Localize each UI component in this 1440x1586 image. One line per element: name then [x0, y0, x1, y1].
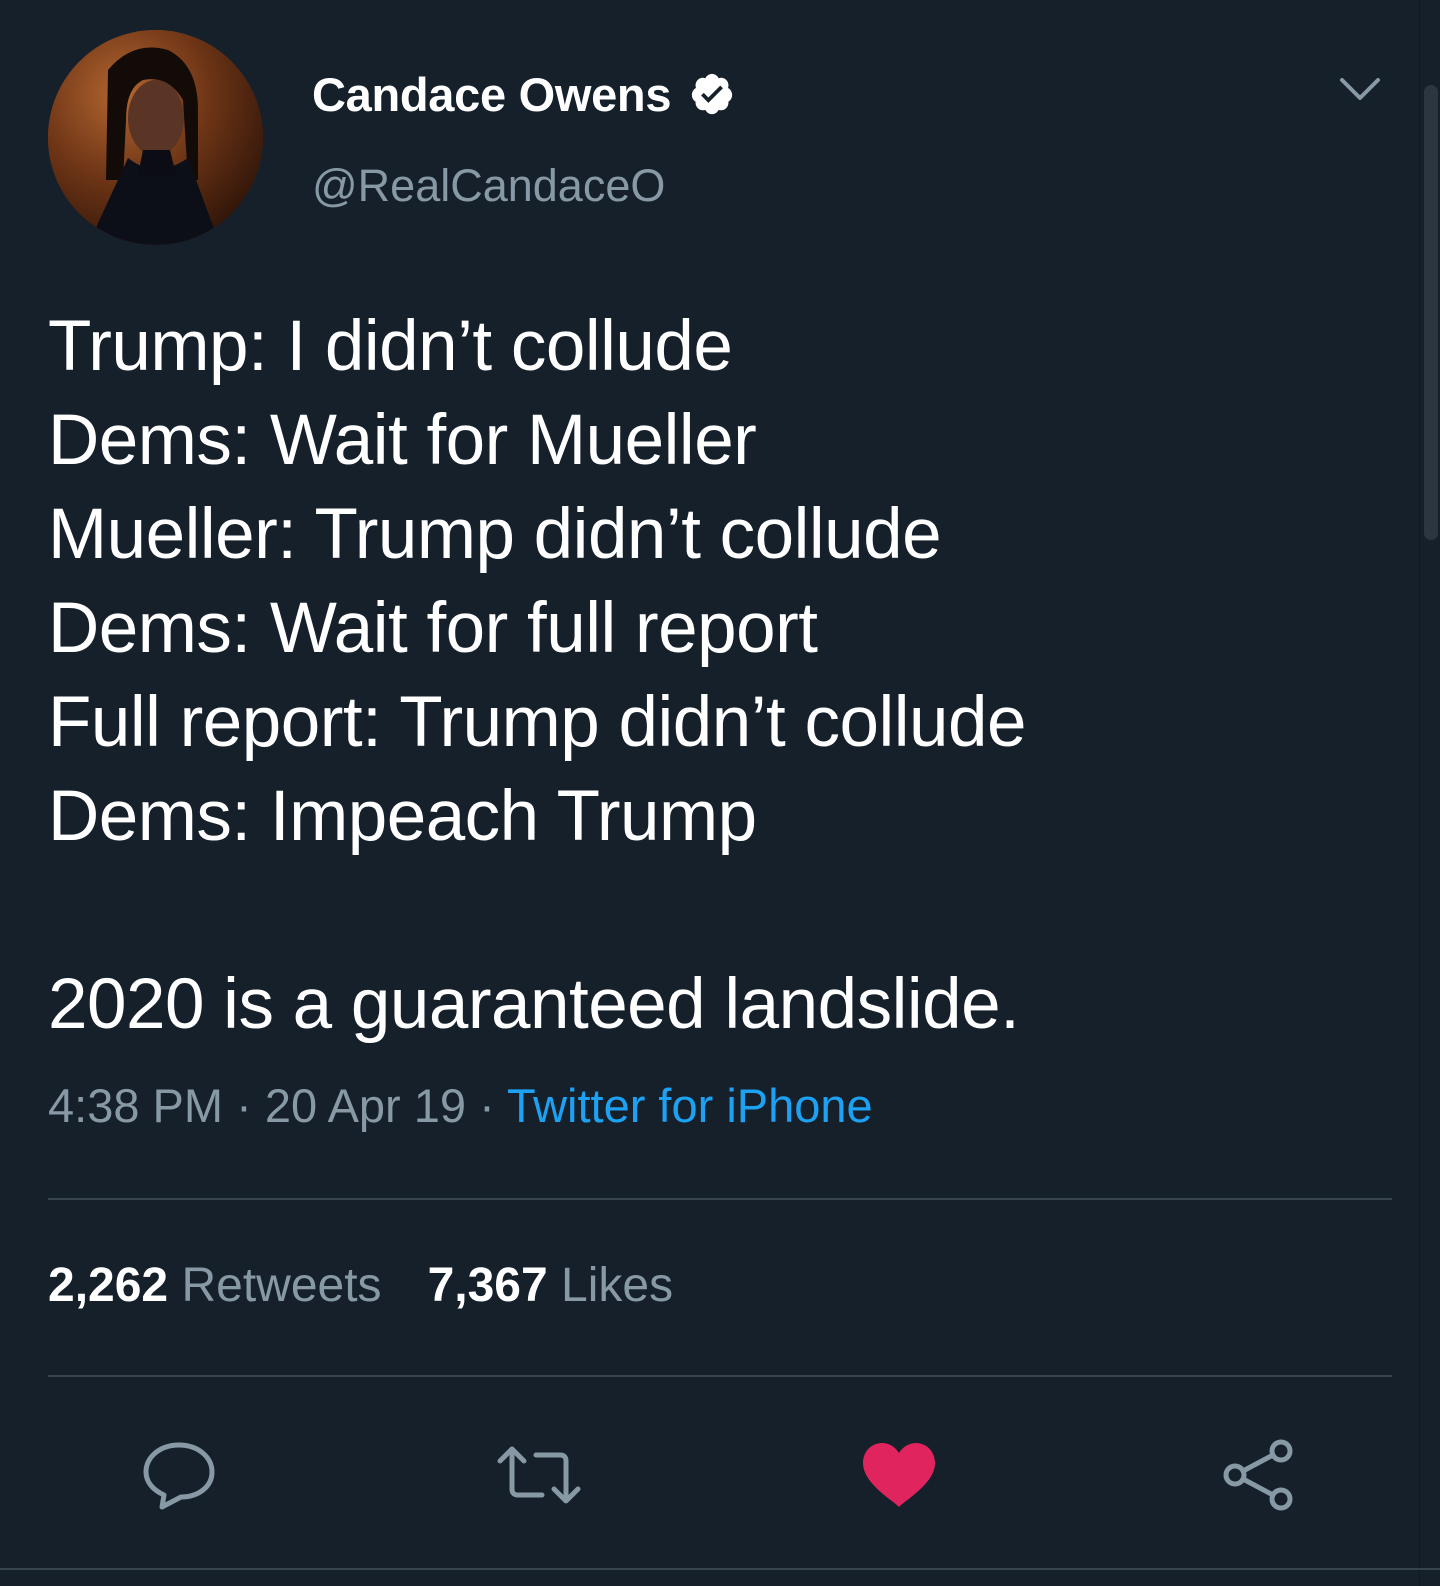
tweet-text-line: Dems: Impeach Trump	[48, 777, 757, 856]
divider	[48, 1375, 1392, 1377]
author-handle[interactable]: @RealCandaceO	[312, 160, 665, 212]
likes-count: 7,367	[427, 1259, 548, 1312]
tweet-date[interactable]: 20 Apr 19	[265, 1079, 466, 1132]
meta-separator: ·	[466, 1079, 507, 1132]
divider	[0, 1568, 1440, 1570]
chevron-down-icon[interactable]	[1338, 70, 1382, 108]
likes-label: Likes	[561, 1259, 674, 1312]
scrollbar-track	[1419, 0, 1420, 1586]
likes-stat[interactable]: 7,367 Likes	[428, 1259, 674, 1312]
display-name[interactable]: Candace Owens	[312, 67, 671, 122]
retweet-arrows-icon	[497, 1446, 581, 1504]
tweet-detail: Candace Owens @RealCandaceO Trump: I did…	[0, 0, 1440, 1586]
meta-separator: ·	[223, 1079, 265, 1132]
tweet-text-line: Full report: Trump didn’t collude	[48, 683, 1026, 762]
reply-button[interactable]	[134, 1430, 224, 1520]
tweet-text-line: Mueller: Trump didn’t collude	[48, 495, 942, 574]
author-name-row[interactable]: Candace Owens	[312, 66, 735, 122]
retweets-label: Retweets	[181, 1259, 382, 1312]
tweet-closing-line: 2020 is a guaranteed landslide.	[48, 965, 1020, 1044]
tweet-text-line: Dems: Wait for full report	[48, 589, 818, 668]
action-bar	[0, 1430, 1440, 1520]
engagement-stats: 2,262 Retweets 7,367 Likes	[48, 1258, 719, 1313]
tweet-text-line: Trump: I didn’t collude	[48, 307, 733, 386]
retweets-stat[interactable]: 2,262 Retweets	[48, 1259, 382, 1312]
tweet-body: Trump: I didn’t collude Dems: Wait for M…	[48, 300, 1026, 1052]
avatar[interactable]	[48, 30, 263, 245]
verified-badge-icon	[692, 73, 733, 115]
tweet-source-link[interactable]: Twitter for iPhone	[507, 1079, 873, 1132]
share-nodes-icon	[1223, 1439, 1293, 1511]
retweet-button[interactable]	[494, 1430, 584, 1520]
scrollbar-thumb[interactable]	[1424, 85, 1438, 540]
heart-icon	[863, 1443, 935, 1507]
divider	[48, 1198, 1392, 1200]
retweets-count: 2,262	[48, 1259, 169, 1312]
tweet-text-line: Dems: Wait for Mueller	[48, 401, 757, 480]
like-button[interactable]	[854, 1430, 944, 1520]
tweet-metadata: 4:38 PM · 20 Apr 19 · Twitter for iPhone	[48, 1078, 873, 1133]
share-button[interactable]	[1214, 1430, 1304, 1520]
comment-bubble-icon	[143, 1442, 215, 1510]
tweet-time[interactable]: 4:38 PM	[48, 1079, 223, 1132]
profile-photo-icon	[48, 30, 263, 245]
